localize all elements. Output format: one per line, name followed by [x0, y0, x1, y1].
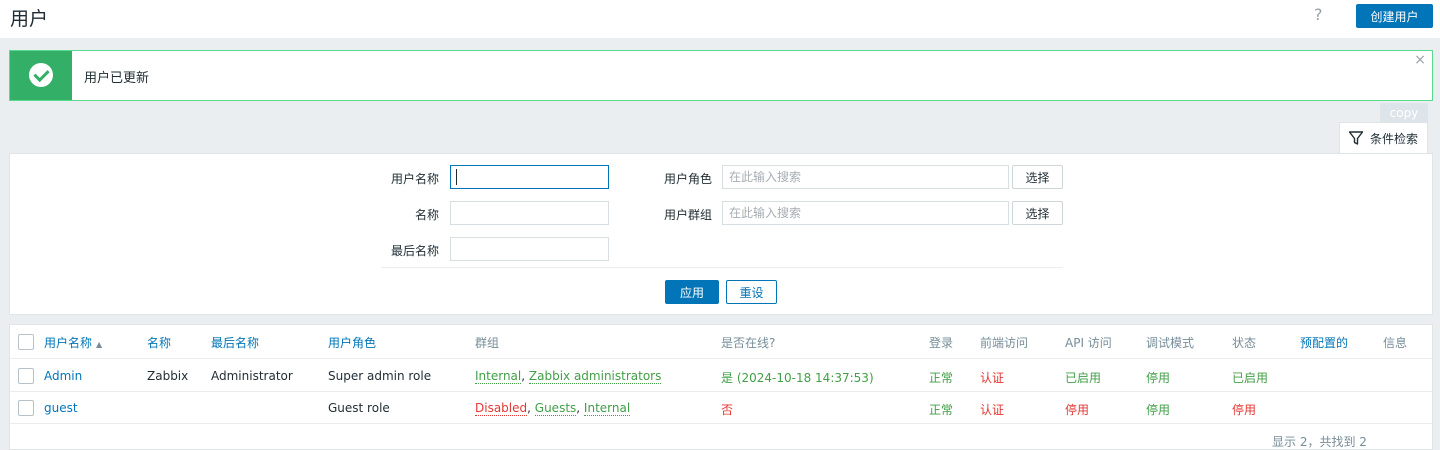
role-label: 用户角色: [663, 172, 712, 186]
row-divider: [10, 391, 1432, 392]
row-checkbox[interactable]: [18, 368, 34, 384]
row-divider: [10, 358, 1432, 359]
page-header: 用户 ? 创建用户: [0, 0, 1440, 38]
row-divider: [10, 423, 1432, 424]
usergroup-search-input[interactable]: [722, 201, 1009, 225]
apply-button[interactable]: 应用: [665, 280, 719, 304]
table-footer-count: 显示 2，共找到 2: [1272, 435, 1367, 449]
name-cell: Zabbix: [147, 369, 189, 383]
debug-mode: 停用: [1146, 403, 1171, 417]
lastname-filter-input[interactable]: [450, 237, 609, 261]
close-icon[interactable]: ×: [1414, 52, 1426, 68]
group-separator: ,: [576, 401, 584, 415]
filter-tab[interactable]: 条件检索: [1339, 122, 1428, 154]
usergroup-select-button[interactable]: 选择: [1012, 201, 1063, 225]
column-header-groups: 群组: [475, 336, 500, 350]
username-link[interactable]: Admin: [44, 369, 82, 383]
check-circle-icon: [29, 63, 53, 87]
group-link[interactable]: Internal: [583, 401, 631, 416]
role-cell: Guest role: [328, 401, 390, 415]
api-access: 已启用: [1065, 371, 1102, 385]
message-text: 用户已更新: [84, 71, 150, 86]
role-search-input[interactable]: [722, 165, 1009, 189]
group-separator: ,: [521, 369, 529, 383]
filter-divider: [381, 267, 1063, 268]
frontend-access: 认证: [980, 403, 1005, 417]
filter-tab-label: 条件检索: [1370, 132, 1419, 146]
api-access: 停用: [1065, 403, 1090, 417]
username-label: 用户名称: [390, 172, 439, 186]
username-link[interactable]: guest: [44, 401, 78, 415]
role-cell: Super admin role: [328, 369, 432, 383]
column-header-lastname[interactable]: 最后名称: [211, 334, 259, 351]
column-header-provisioned[interactable]: 预配置的: [1300, 334, 1348, 351]
column-header-name[interactable]: 名称: [147, 334, 171, 351]
lastname-label: 最后名称: [390, 244, 439, 258]
column-header-info: 信息: [1383, 336, 1408, 350]
column-header-role[interactable]: 用户角色: [328, 334, 376, 351]
success-message: 用户已更新 ×: [9, 50, 1433, 101]
group-link[interactable]: Zabbix administrators: [528, 369, 662, 384]
users-table: 用户名称 ▲ 名称 最后名称 用户角色 群组 是否在线? 登录 前端访问 API …: [9, 324, 1433, 450]
select-all-checkbox[interactable]: [18, 334, 34, 350]
groups-cell: Internal, Zabbix administrators: [475, 369, 662, 384]
frontend-access: 认证: [980, 371, 1005, 385]
filter-icon: [1348, 131, 1364, 145]
debug-mode: 停用: [1146, 371, 1171, 385]
online-cell: 否: [721, 403, 734, 417]
login-status: 正常: [929, 371, 954, 385]
group-link[interactable]: Internal: [475, 369, 522, 384]
create-user-button[interactable]: 创建用户: [1356, 4, 1433, 28]
group-link[interactable]: Disabled: [475, 401, 528, 416]
column-header-frontend: 前端访问: [980, 336, 1029, 350]
status-cell: 停用: [1232, 403, 1257, 417]
page-title: 用户: [10, 8, 49, 30]
group-link[interactable]: Guests: [534, 401, 577, 416]
groups-cell: Disabled, Guests, Internal: [475, 401, 631, 416]
lastname-cell: Administrator: [211, 369, 293, 383]
column-header-username-label: 用户名称: [44, 336, 93, 350]
column-header-username[interactable]: 用户名称 ▲: [44, 334, 102, 351]
column-header-status: 状态: [1232, 336, 1257, 350]
sort-asc-icon: ▲: [96, 340, 103, 349]
copy-button[interactable]: copy: [1380, 103, 1428, 123]
online-cell: 是 (2024-10-18 14:37:53): [721, 371, 874, 385]
row-checkbox[interactable]: [18, 400, 34, 416]
login-status: 正常: [929, 403, 954, 417]
column-header-api: API 访问: [1065, 336, 1112, 350]
role-select-button[interactable]: 选择: [1012, 165, 1063, 189]
reset-button[interactable]: 重设: [726, 280, 777, 304]
status-cell: 已启用: [1232, 371, 1269, 385]
usergroup-label: 用户群组: [663, 208, 712, 222]
column-header-debug: 调试模式: [1146, 336, 1195, 350]
text-caret: [456, 169, 457, 185]
group-separator: ,: [527, 401, 535, 415]
name-filter-input[interactable]: [450, 201, 609, 225]
name-label: 名称: [414, 208, 439, 222]
help-icon[interactable]: ?: [1314, 5, 1323, 24]
filter-panel: [9, 153, 1433, 315]
column-header-login: 登录: [929, 336, 954, 350]
username-filter-input[interactable]: [450, 165, 609, 189]
message-icon-area: [10, 51, 72, 100]
column-header-online: 是否在线?: [721, 336, 776, 350]
